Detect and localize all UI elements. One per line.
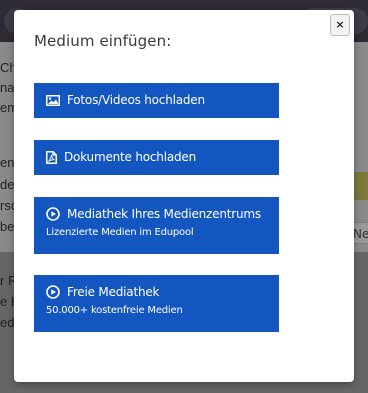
image-icon — [46, 94, 60, 106]
free-media-library-button[interactable]: Freie Mediathek 50.000+ kostenfreie Medi… — [34, 275, 279, 332]
modal-title: Medium einfügen: — [34, 32, 172, 50]
button-label: Dokumente hochladen — [64, 150, 196, 164]
play-circle-icon — [46, 207, 60, 221]
button-label: Fotos/Videos hochladen — [67, 93, 205, 107]
close-button[interactable]: × — [330, 14, 350, 36]
background-band — [352, 172, 368, 200]
media-library-center-button[interactable]: Mediathek Ihres Medienzentrums Lizenzier… — [34, 197, 279, 254]
background-text: de — [0, 177, 15, 192]
background-text: na — [0, 80, 15, 95]
background-text: en — [0, 155, 15, 170]
insert-media-modal: Medium einfügen: × Fotos/Videos hochlade… — [14, 10, 354, 382]
button-label: Freie Mediathek — [67, 285, 160, 299]
button-sublabel: 50.000+ kostenfreie Medien — [46, 305, 183, 316]
upload-photos-videos-button[interactable]: Fotos/Videos hochladen — [34, 83, 279, 118]
upload-documents-button[interactable]: Dokumente hochladen — [34, 140, 279, 175]
background-text: be — [0, 219, 15, 234]
pdf-file-icon — [46, 150, 57, 164]
button-sublabel: Lizenzierte Medien im Edupool — [46, 227, 194, 238]
play-circle-icon — [46, 285, 60, 299]
button-label: Mediathek Ihres Medienzentrums — [67, 207, 261, 221]
